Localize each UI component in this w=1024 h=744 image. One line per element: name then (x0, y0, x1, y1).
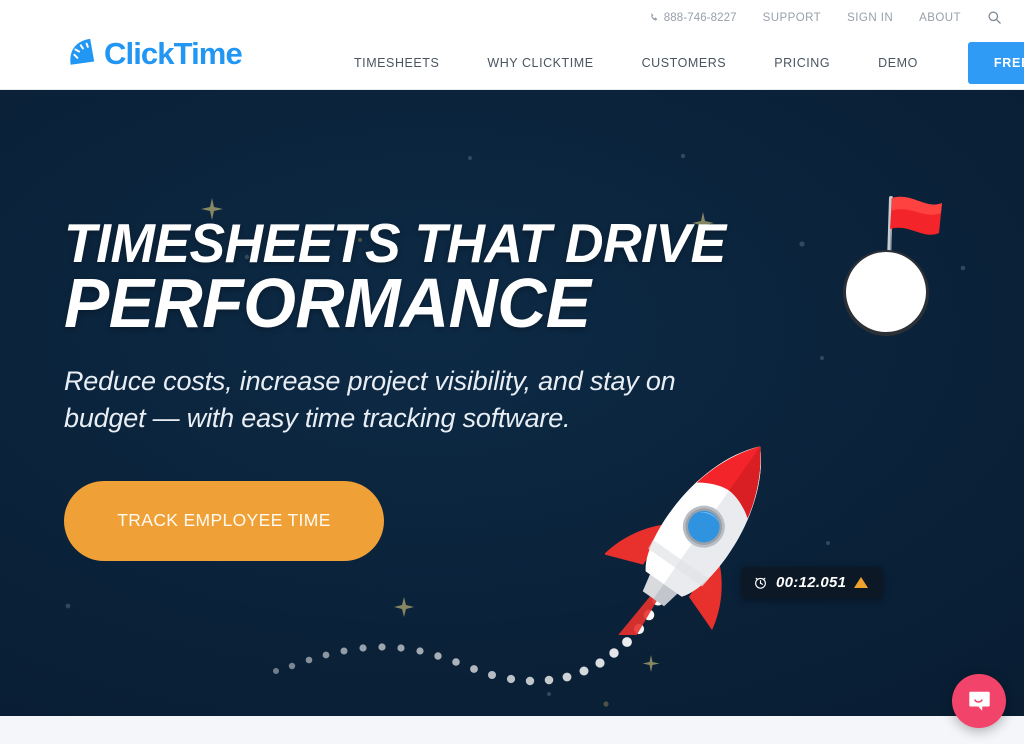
hero-subheadline: Reduce costs, increase project visibilit… (64, 365, 676, 433)
site-header: 888-746-8227 SUPPORT SIGN IN ABOUT Click… (0, 0, 1024, 90)
page-root: 888-746-8227 SUPPORT SIGN IN ABOUT Click… (0, 0, 1024, 744)
phone-number[interactable]: 888-746-8227 (649, 12, 737, 24)
free-trial-button[interactable]: FREE TRIAL (967, 42, 1024, 84)
alarm-clock-icon (753, 575, 768, 590)
chat-bubble-icon (967, 689, 992, 714)
clicktime-logo-mark-icon (64, 36, 98, 70)
hero-headline-line-2: PERFORMANCE (64, 263, 591, 342)
nav-item-why-clicktime[interactable]: WHY CLICKTIME (463, 44, 617, 82)
nav-item-demo[interactable]: DEMO (854, 44, 942, 82)
search-icon[interactable] (987, 10, 1002, 25)
timer-indicator-triangle-icon (854, 577, 869, 588)
utility-link-about[interactable]: ABOUT (919, 12, 961, 24)
hero-headline: TIMESHEETS THAT DRIVE PERFORMANCE (64, 212, 764, 342)
nav-item-customers[interactable]: CUSTOMERS (618, 44, 751, 82)
chat-launcher-button[interactable] (952, 674, 1006, 728)
nav-item-pricing[interactable]: PRICING (750, 44, 854, 82)
main-nav: TIMESHEETS WHY CLICKTIME CUSTOMERS PRICI… (330, 42, 1024, 84)
site-logo[interactable]: ClickTime (64, 35, 243, 71)
phone-icon (649, 13, 659, 23)
timer-value: 00:12.051 (776, 574, 847, 591)
nav-item-timesheets[interactable]: TIMESHEETS (330, 44, 463, 82)
utility-nav: 888-746-8227 SUPPORT SIGN IN ABOUT (649, 0, 1024, 35)
hero-section: 00:12.051 TIMESHEETS THAT DRIVE PERFORMA… (0, 90, 1024, 716)
track-employee-time-button[interactable]: TRACK EMPLOYEE TIME (64, 480, 384, 561)
hero-headline-line-1: TIMESHEETS THAT DRIVE (64, 212, 726, 274)
timer-badge: 00:12.051 (742, 567, 883, 598)
planet-flag-illustration (838, 180, 968, 340)
hero-content: TIMESHEETS THAT DRIVE PERFORMANCE Reduce… (64, 212, 764, 561)
utility-link-sign-in[interactable]: SIGN IN (847, 12, 893, 24)
phone-number-text: 888-746-8227 (663, 11, 737, 24)
logo-text: ClickTime (104, 35, 243, 71)
below-fold-section (0, 716, 1024, 744)
utility-link-support[interactable]: SUPPORT (763, 12, 822, 24)
